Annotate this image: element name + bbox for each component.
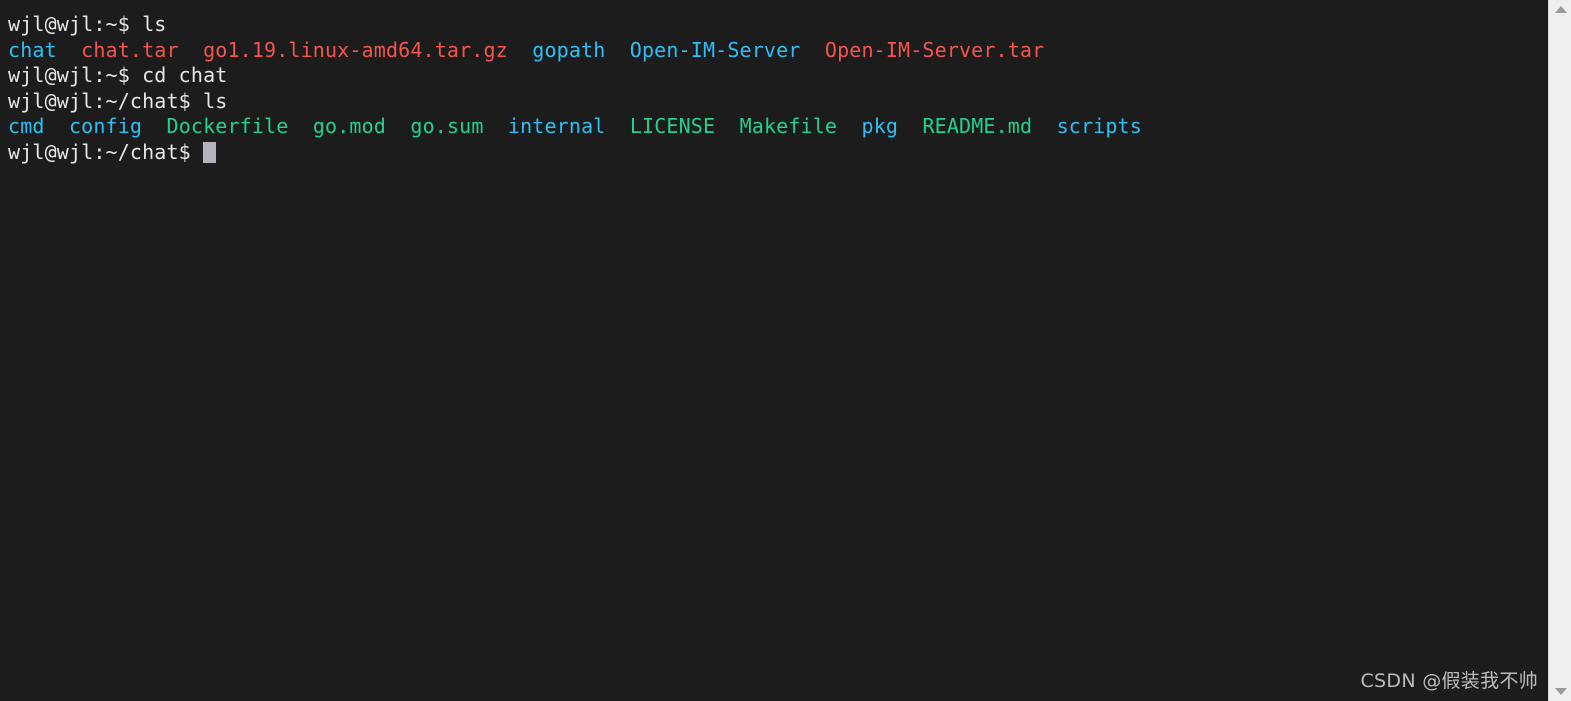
- term-text-segment: wjl@wjl:~$: [8, 63, 143, 87]
- term-text-segment: [484, 114, 508, 138]
- term-text-segment: [45, 114, 69, 138]
- triangle-down-icon: [1554, 688, 1567, 695]
- term-text-segment: [800, 38, 824, 62]
- term-text-segment: internal: [507, 114, 606, 138]
- term-text-segment: Open-IM-Server: [629, 37, 801, 62]
- term-text-segment: pkg: [861, 114, 899, 138]
- term-text-segment: Makefile: [739, 114, 838, 138]
- term-text-segment: chat: [8, 37, 57, 62]
- vertical-scrollbar[interactable]: [1548, 0, 1571, 701]
- term-text-segment: [837, 114, 861, 138]
- term-text-segment: [142, 114, 166, 138]
- term-text-segment: ls: [203, 88, 228, 113]
- term-text-segment: [898, 114, 922, 138]
- term-text-segment: config: [68, 114, 143, 138]
- term-text-segment: wjl@wjl:~/chat$: [8, 88, 204, 113]
- term-text-segment: [715, 114, 739, 138]
- scrollbar-thumb[interactable]: [1549, 20, 1571, 660]
- term-text-segment: [57, 38, 81, 62]
- terminal-output-area[interactable]: wjl@wjl:~$ ls chat chat.tar go1.19.linux-…: [0, 0, 1548, 701]
- term-text-segment: wjl@wjl:~$: [8, 12, 143, 36]
- term-text-segment: go.sum: [410, 114, 484, 138]
- term-text-segment: [1032, 114, 1056, 138]
- triangle-up-icon: [1554, 6, 1567, 13]
- term-text-segment: [605, 38, 629, 62]
- terminal-window: wjl@wjl:~$ ls chat chat.tar go1.19.linux-…: [0, 0, 1571, 701]
- scrollbar-up-arrow-button[interactable]: [1549, 0, 1571, 20]
- term-text-segment: wjl@wjl:~/chat$: [8, 139, 204, 164]
- term-text-segment: [179, 38, 203, 62]
- watermark-label: CSDN @假装我不帅: [1360, 670, 1538, 692]
- term-text-segment: [288, 114, 312, 138]
- term-text-segment: LICENSE: [629, 114, 716, 138]
- line-cmd-ls-chat: wjl@wjl:~/chat$ ls: [8, 89, 1548, 115]
- term-text-segment: README.md: [922, 114, 1033, 138]
- term-text-segment: [605, 114, 629, 138]
- term-text-segment: gopath: [532, 37, 606, 62]
- term-text-segment: chat.tar: [81, 37, 179, 62]
- scrollbar-down-arrow-button[interactable]: [1549, 681, 1571, 701]
- term-text-segment: [386, 114, 410, 138]
- term-text-segment: scripts: [1056, 114, 1142, 138]
- line-prompt-current: wjl@wjl:~/chat$: [8, 140, 1548, 166]
- term-text-segment: ls: [142, 12, 167, 36]
- term-text-segment: go1.19.linux-amd64.tar.gz: [203, 37, 508, 62]
- line-output-ls-home: chat chat.tar go1.19.linux-amd64.tar.gz …: [8, 38, 1548, 64]
- line-cmd-ls-home: wjl@wjl:~$ ls: [8, 12, 1548, 38]
- term-text-segment: [508, 38, 532, 62]
- term-text-segment: cmd: [8, 114, 45, 138]
- term-text-segment: cd chat: [142, 63, 228, 87]
- text-cursor: [203, 141, 217, 163]
- term-text-segment: Dockerfile: [166, 114, 289, 138]
- line-output-ls-chat: cmd config Dockerfile go.mod go.sum inte…: [8, 114, 1548, 140]
- term-text-segment: go.mod: [312, 114, 386, 138]
- line-cmd-cd-chat: wjl@wjl:~$ cd chat: [8, 63, 1548, 89]
- term-text-segment: Open-IM-Server.tar: [824, 37, 1045, 62]
